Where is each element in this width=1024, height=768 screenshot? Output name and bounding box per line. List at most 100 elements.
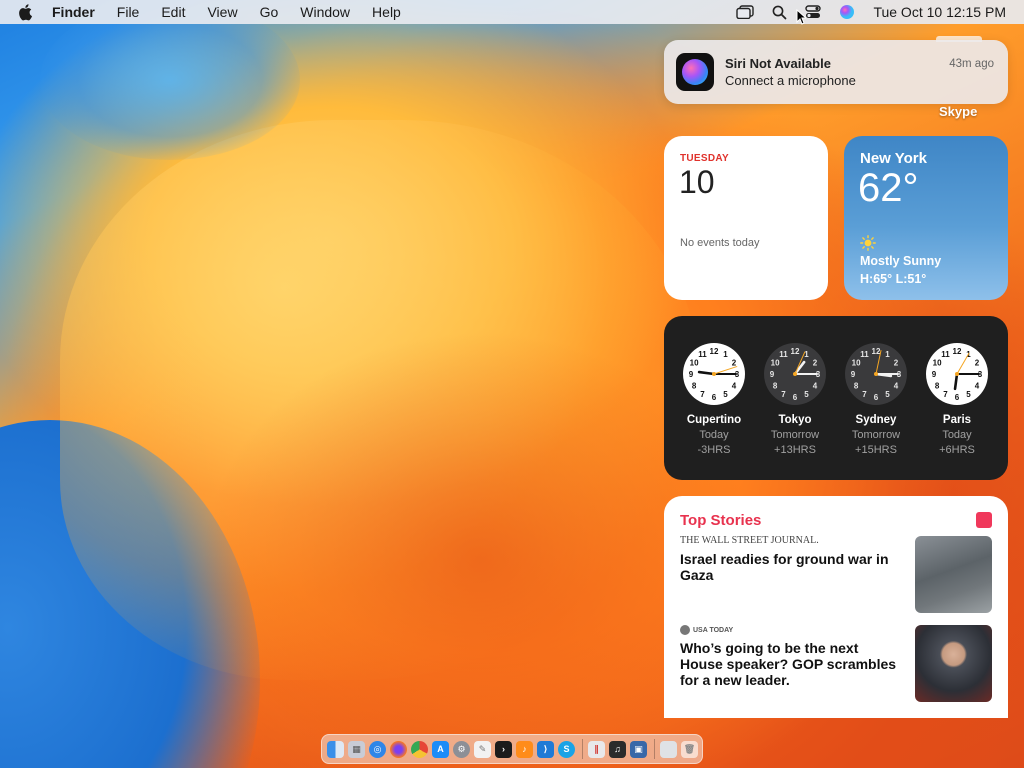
news-source: USA TODAY: [680, 625, 733, 635]
skype-icon[interactable]: S: [558, 740, 575, 758]
svg-text:10: 10: [771, 359, 780, 368]
clock-face-icon: 123456789101112: [845, 343, 907, 405]
svg-text:10: 10: [852, 359, 861, 368]
news-headline[interactable]: Israel readies for ground war in Gaza: [680, 551, 890, 583]
chrome-icon[interactable]: [411, 740, 428, 758]
news-thumbnail[interactable]: [915, 536, 992, 613]
finder-icon[interactable]: [327, 740, 344, 758]
virtualbox-icon[interactable]: ▣: [630, 740, 647, 758]
world-clock-cupertino: 1 2 3 4 5 6 7 8 9 10 11 12 Cupertino Today -3HRS: [674, 342, 754, 456]
piano-icon[interactable]: ♫: [609, 740, 626, 758]
downloads-folder-icon[interactable]: [660, 740, 677, 758]
usa-today-logo-icon: [680, 625, 690, 635]
world-clock-paris: 123456789101112 Paris Today +6HRS: [917, 342, 997, 456]
svg-text:8: 8: [773, 382, 778, 391]
weather-widget[interactable]: New York 62° Mostly Sunny H:65° L:51°: [844, 136, 1008, 300]
svg-text:4: 4: [894, 382, 899, 391]
menu-window[interactable]: Window: [300, 4, 350, 20]
launchpad-icon[interactable]: ▦: [348, 740, 365, 758]
safari-icon[interactable]: ◎: [369, 740, 386, 758]
svg-text:8: 8: [935, 382, 940, 391]
clock-day: Tomorrow: [770, 429, 820, 441]
svg-text:12: 12: [791, 347, 800, 356]
svg-text:11: 11: [860, 350, 869, 359]
svg-text:11: 11: [941, 350, 950, 359]
calendar-widget[interactable]: TUESDAY 10 No events today: [664, 136, 828, 300]
dock: ▦ ◎ A ⚙ ✎ › ♪ ⟩ S ∥ ♫ ▣ 🗑: [321, 734, 703, 764]
garageband-icon[interactable]: ♪: [516, 740, 533, 758]
terminal-icon[interactable]: ›: [495, 740, 512, 758]
skype-notification-label[interactable]: Skype: [939, 104, 977, 119]
control-center-icon[interactable]: [805, 5, 822, 19]
menu-help[interactable]: Help: [372, 4, 401, 20]
menu-app-finder[interactable]: Finder: [52, 4, 95, 20]
clock-face-icon: 123456789101112: [683, 343, 745, 405]
menu-bar-clock[interactable]: Tue Oct 10 12:15 PM: [873, 4, 1006, 20]
sun-icon: [860, 235, 876, 251]
clock-day: Today: [699, 429, 729, 441]
svg-text:7: 7: [781, 390, 786, 399]
parallels-icon[interactable]: ∥: [588, 740, 605, 758]
news-widget[interactable]: Top Stories THE WALL STREET JOURNAL. Isr…: [664, 496, 1008, 718]
dock-separator: [654, 739, 655, 759]
clock-day: Today: [942, 429, 972, 441]
mouse-cursor-icon: [796, 9, 806, 25]
menu-file[interactable]: File: [117, 4, 140, 20]
svg-text:8: 8: [692, 382, 697, 391]
world-clock-widget[interactable]: 1 2 3 4 5 6 7 8 9 10 11 12 Cupertino Today -3HRS 12…: [664, 316, 1008, 480]
clock-offset: -3HRS: [697, 444, 731, 456]
svg-text:5: 5: [723, 390, 728, 399]
svg-text:9: 9: [770, 370, 775, 379]
trash-icon[interactable]: 🗑: [681, 740, 698, 758]
siri-icon[interactable]: [839, 4, 855, 20]
news-thumbnail[interactable]: [915, 625, 992, 702]
svg-text:2: 2: [894, 359, 899, 368]
weather-high-low: H:65° L:51°: [860, 272, 927, 286]
clock-day: Tomorrow: [851, 429, 901, 441]
news-headline[interactable]: Who’s going to be the next House speaker…: [680, 640, 905, 688]
svg-text:9: 9: [851, 370, 856, 379]
svg-text:9: 9: [932, 370, 937, 379]
stage-manager-icon[interactable]: [736, 5, 755, 19]
textedit-icon[interactable]: ✎: [474, 740, 491, 758]
menu-edit[interactable]: Edit: [161, 4, 185, 20]
apple-menu-icon[interactable]: [18, 3, 34, 21]
svg-text:4: 4: [732, 382, 737, 391]
app-store-icon[interactable]: A: [432, 740, 449, 758]
svg-text:5: 5: [804, 390, 809, 399]
notification-title: Siri Not Available: [725, 56, 831, 71]
svg-text:7: 7: [700, 390, 705, 399]
clock-offset: +6HRS: [939, 444, 975, 456]
svg-text:1: 1: [723, 350, 728, 359]
siri-notification[interactable]: Siri Not Available Connect a microphone …: [664, 40, 1008, 104]
clock-face-icon: 123456789101112: [926, 343, 988, 405]
weather-city: New York: [860, 150, 927, 167]
svg-text:5: 5: [885, 390, 890, 399]
svg-text:7: 7: [862, 390, 867, 399]
spotlight-search-icon[interactable]: [772, 5, 787, 20]
calendar-date: 10: [679, 164, 715, 200]
calendar-day: TUESDAY: [680, 153, 729, 164]
svg-text:4: 4: [813, 382, 818, 391]
firefox-icon[interactable]: [390, 740, 407, 758]
menu-view[interactable]: View: [207, 4, 237, 20]
svg-text:4: 4: [975, 382, 980, 391]
svg-text:11: 11: [779, 350, 788, 359]
clock-offset: +15HRS: [855, 444, 897, 456]
system-settings-icon[interactable]: ⚙: [453, 740, 470, 758]
menu-go[interactable]: Go: [260, 4, 279, 20]
vscode-icon[interactable]: ⟩: [537, 740, 554, 758]
news-heading: Top Stories: [680, 512, 762, 529]
svg-text:10: 10: [933, 359, 942, 368]
svg-text:2: 2: [732, 359, 737, 368]
svg-text:5: 5: [966, 390, 971, 399]
svg-text:2: 2: [813, 359, 818, 368]
apple-news-icon: [976, 512, 992, 528]
svg-text:2: 2: [975, 359, 980, 368]
svg-text:1: 1: [885, 350, 890, 359]
svg-text:12: 12: [710, 347, 719, 356]
svg-text:11: 11: [698, 350, 707, 359]
svg-text:9: 9: [689, 370, 694, 379]
weather-temperature: 62°: [858, 166, 919, 210]
notification-time: 43m ago: [949, 58, 994, 70]
